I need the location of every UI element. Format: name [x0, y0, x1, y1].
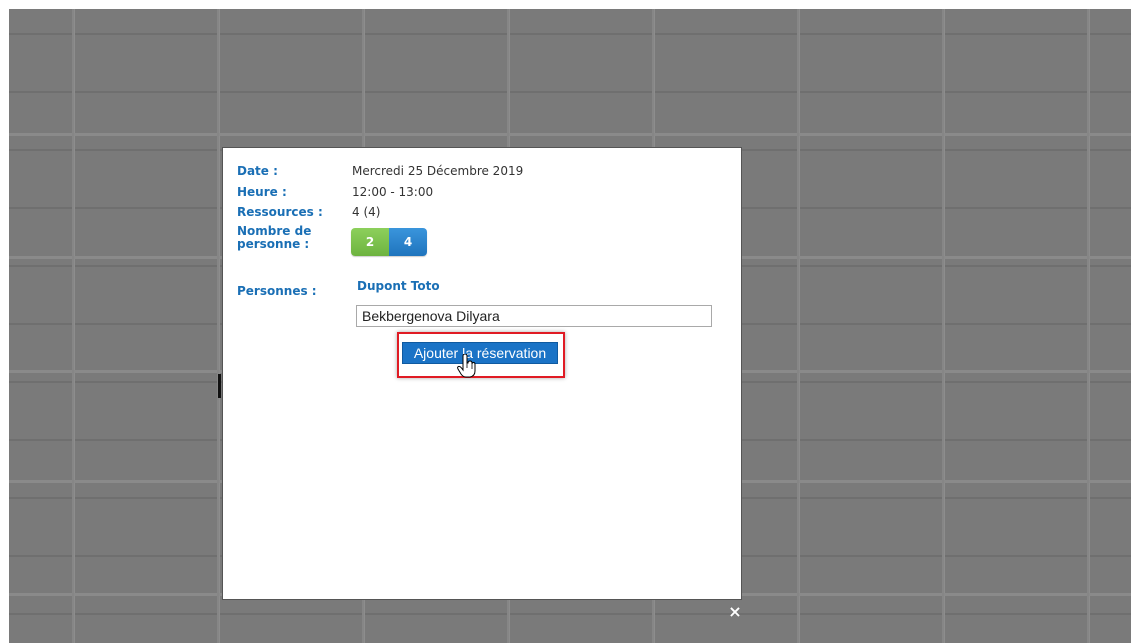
text-caret: [218, 374, 221, 398]
grid-line: [9, 133, 1131, 136]
close-icon[interactable]: ×: [727, 604, 743, 620]
date-label: Date :: [237, 164, 278, 178]
grid-line: [1087, 9, 1089, 643]
resources-label: Ressources :: [237, 205, 323, 219]
people-count-label-line2: personne :: [237, 237, 310, 251]
hour-label: Heure :: [237, 185, 287, 199]
reservation-dialog: Date : Mercredi 25 Décembre 2019 Heure :…: [222, 147, 742, 600]
grid-line: [797, 9, 799, 643]
person-name: Dupont Toto: [357, 279, 440, 293]
date-value: Mercredi 25 Décembre 2019: [352, 164, 524, 178]
grid-line: [217, 9, 219, 643]
people-count-badge-total: 4: [389, 228, 427, 256]
screen: Date : Mercredi 25 Décembre 2019 Heure :…: [0, 0, 1131, 643]
people-count-badges: 2 4: [351, 228, 427, 256]
person-name-input[interactable]: Bekbergenova Dilyara: [356, 305, 712, 327]
people-count-badge-registered: 2: [351, 228, 389, 256]
persons-label: Personnes :: [237, 284, 317, 298]
grid-line: [942, 9, 944, 643]
add-reservation-button[interactable]: Ajouter la réservation: [402, 342, 558, 364]
hour-value: 12:00 - 13:00: [352, 185, 434, 199]
hand-pointer-icon: [457, 354, 476, 378]
resources-value: 4 (4): [352, 205, 381, 219]
grid-line: [72, 9, 74, 643]
